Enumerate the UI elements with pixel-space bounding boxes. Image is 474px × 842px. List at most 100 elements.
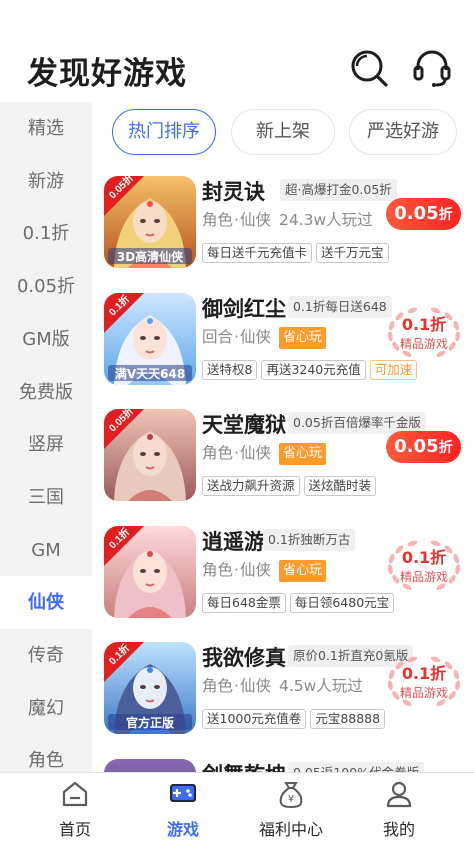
discount-button[interactable]: 0.05折 [386, 431, 461, 463]
discount-value: 0.1折 [382, 311, 466, 335]
game-tag: 可加速 [369, 359, 418, 380]
nav-item[interactable]: 首页 [35, 773, 115, 842]
quality-label: 精品游戏 [399, 336, 448, 351]
game-players: 4.5w人玩过 [278, 677, 363, 695]
game-row[interactable]: 0.1折 官方正版 我欲修真 原价0.1折直充0氪版 角色·仙侠 4.5w人玩过 送1000… [92, 642, 474, 758]
easy-play-badge: 省心玩 [278, 443, 326, 465]
game-tag: 送1000元充值卷 [202, 709, 307, 729]
quality-label: 精品游戏 [399, 686, 448, 700]
sidebar-item[interactable]: 魔幻 [0, 682, 92, 735]
nav-label: 我的 [382, 820, 415, 839]
nav-label: 首页 [58, 820, 91, 839]
discount-button[interactable]: 0.05折 [386, 198, 461, 230]
laurel-badge: 0.1折 精品游戏 [382, 301, 466, 361]
game-meta: 角色·仙侠 省心玩 [202, 441, 326, 465]
game-genre: 角色 [202, 677, 234, 695]
sort-tabs: 热门排序 新上架 严选好游 [92, 109, 474, 157]
discount-value: 0.05 [394, 203, 439, 224]
sidebar-item[interactable]: 0.05折 [0, 260, 92, 313]
game-tag: 每日领6480元宝 [289, 592, 395, 613]
game-thumbnail[interactable]: 0.1折 [104, 525, 196, 618]
game-tags: 送1000元充值卷 元宝88888 [202, 708, 389, 729]
game-tags: 送战力飙升资源 送炫酷时装 [202, 475, 380, 496]
sidebar-item[interactable]: GM [0, 524, 92, 577]
meta-separator: · [234, 327, 239, 346]
game-genre: 角色 [202, 211, 234, 229]
game-row[interactable]: 剑舞乾坤0.05返100%代金券版 [92, 758, 474, 772]
sidebar-item[interactable]: 角色 [0, 734, 92, 772]
game-meta: 回合·仙侠 省心玩 [202, 325, 326, 349]
game-theme: 仙侠 [239, 327, 271, 346]
sidebar-item[interactable]: 三国 [0, 471, 92, 524]
game-tag: 再送3240元充值 [261, 359, 366, 380]
game-tag: 送特权8 [202, 359, 258, 380]
headset-icon[interactable] [412, 48, 452, 88]
game-meta: 角色·仙侠 4.5w人玩过 [202, 674, 363, 696]
nav-item[interactable]: ¥ 福利中心 [251, 773, 331, 842]
app-header: 发现好游戏 [0, 0, 474, 102]
game-thumbnail[interactable]: 0.05折 3D高清仙侠 [104, 176, 196, 268]
game-theme: 仙侠 [239, 444, 271, 462]
discount-unit: 折 [430, 314, 447, 334]
easy-play-badge: 省心玩 [278, 326, 326, 349]
easy-play-badge: 省心玩 [278, 559, 326, 582]
tab-sort[interactable]: 严选好游 [349, 109, 457, 155]
sidebar-item[interactable]: 竖屏 [0, 418, 92, 471]
page-title: 发现好游戏 [27, 56, 187, 92]
tab-sort[interactable]: 新上架 [231, 109, 335, 155]
game-name: 天堂魔狱 [202, 413, 286, 437]
game-tag: 每日648金票 [202, 592, 286, 613]
nav-label: 游戏 [166, 820, 199, 839]
svg-text:¥: ¥ [288, 794, 294, 805]
game-name: 我欲修真 [202, 646, 286, 670]
meta-separator: · [234, 211, 239, 229]
tab-sort[interactable]: 热门排序 [112, 109, 216, 155]
game-players: 24.3w人玩过 [278, 211, 373, 229]
game-promo: 0.1折每日送648 [288, 295, 392, 318]
bottom-nav: 首页 游戏 ¥ 福利中心 我的 [0, 772, 474, 842]
discount-number: 0.1 [401, 547, 431, 567]
game-tag: 送炫酷时装 [303, 476, 377, 496]
game-thumbnail[interactable]: 0.1折 官方正版 [104, 642, 196, 734]
game-genre: 角色 [202, 560, 234, 579]
game-thumbnail[interactable] [104, 758, 196, 772]
game-thumbnail[interactable]: 0.05折 [104, 409, 196, 501]
svg-text:3D高清仙侠: 3D高清仙侠 [117, 249, 184, 264]
game-thumbnail[interactable]: 0.1折 满V天天648 [104, 292, 196, 385]
discount-number: 0.1 [401, 314, 431, 334]
sidebar-item[interactable]: 0.1折 [0, 207, 92, 260]
nav-item[interactable]: 我的 [359, 773, 439, 842]
meta-separator: · [234, 560, 239, 579]
discount-value: 0.05 [394, 436, 439, 457]
game-meta: 角色·仙侠 省心玩 [202, 558, 326, 582]
laurel-badge: 0.1折 精品游戏 [382, 534, 466, 594]
svg-text:满V天天648: 满V天天648 [115, 366, 185, 381]
nav-label: 福利中心 [258, 820, 323, 839]
laurel-badge: 0.1折 精品游戏 [382, 650, 466, 710]
sidebar-item[interactable]: 传奇 [0, 629, 92, 682]
game-name: 逍遥游 [202, 529, 265, 554]
game-genre: 角色 [202, 444, 234, 462]
game-tag: 送千万元宝 [316, 243, 389, 263]
game-row[interactable]: 0.05折 3D高清仙侠 封灵诀 超·高爆打金0.05折 角色·仙侠 24.3w人玩过 每日… [92, 176, 474, 292]
quality-label: 精品游戏 [399, 569, 448, 584]
sidebar-item[interactable]: GM版 [0, 313, 92, 366]
game-tags: 每日648金票 每日领6480元宝 [202, 592, 398, 613]
game-row[interactable]: 0.1折 逍遥游 0.1折独断万古 角色·仙侠 省心玩 每日648金票 每日领6480元宝 0… [92, 525, 474, 642]
search-icon[interactable] [349, 48, 389, 88]
discount-value: 0.1折 [382, 544, 466, 568]
meta-separator: · [234, 444, 239, 462]
sidebar-item[interactable]: 免费版 [0, 366, 92, 419]
game-row[interactable]: 0.05折 天堂魔狱 0.05折百倍爆率千金版 角色·仙侠 省心玩 送战力飙升资源 送炫酷时… [92, 409, 474, 525]
category-sidebar: 精选 新游 0.1折 0.05折 GM版 免费版 竖屏 三国 GM 仙侠 传奇 魔幻 角色 [0, 102, 92, 772]
discount-number: 0.1 [401, 664, 431, 683]
sidebar-item[interactable]: 精选 [0, 102, 92, 155]
svg-text:官方正版: 官方正版 [126, 715, 174, 730]
game-row[interactable]: 0.1折 满V天天648 御剑红尘 0.1折每日送648 回合·仙侠 省心玩 送特权8 再送3… [92, 292, 474, 409]
game-name: 御剑红尘 [202, 296, 286, 321]
nav-item[interactable]: 游戏 [143, 773, 223, 842]
sidebar-item[interactable]: 仙侠 [0, 576, 92, 630]
game-theme: 仙侠 [239, 211, 271, 229]
game-theme: 仙侠 [239, 677, 271, 695]
sidebar-item[interactable]: 新游 [0, 155, 92, 208]
